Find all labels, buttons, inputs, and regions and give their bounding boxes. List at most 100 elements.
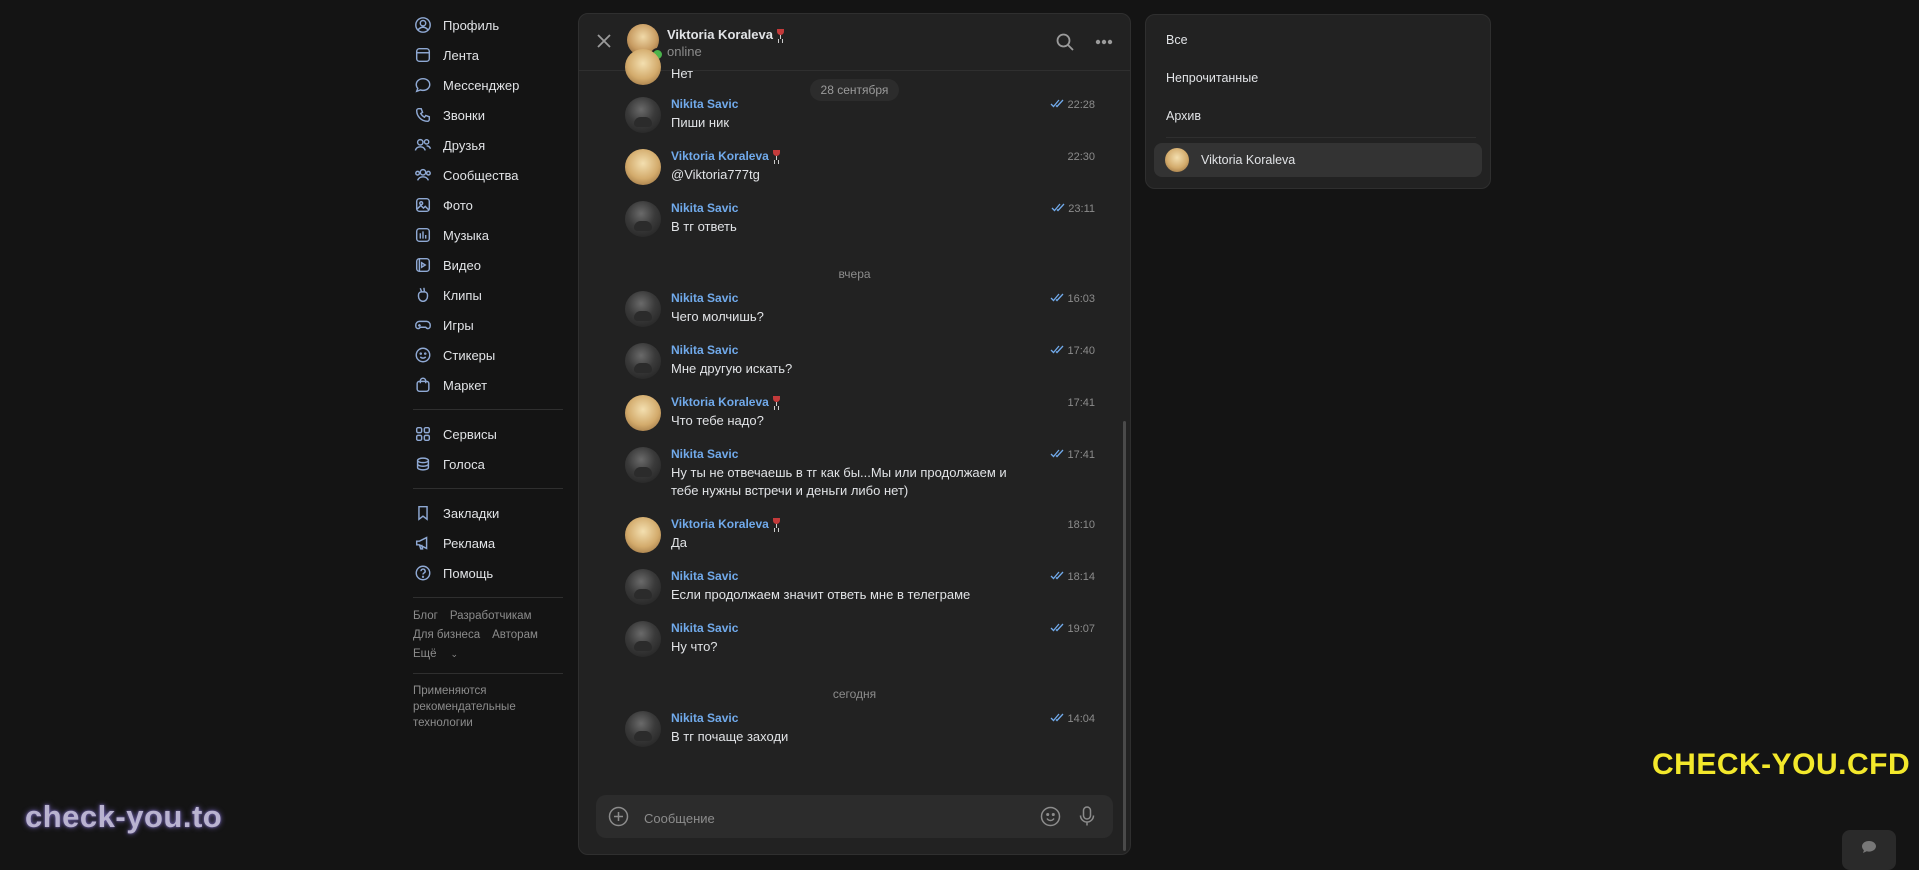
message-author[interactable]: Nikita Savic bbox=[671, 343, 738, 357]
message-author[interactable]: Nikita Savic bbox=[671, 291, 738, 305]
filters-divider bbox=[1166, 137, 1476, 138]
sidebar-item-label: Лента bbox=[443, 47, 479, 63]
wine-glass-icon bbox=[772, 518, 780, 529]
sidebar-item-ads[interactable]: Реклама bbox=[413, 528, 565, 558]
footer-link-developers[interactable]: Разработчикам bbox=[450, 610, 532, 622]
sidebar-item-bookmarks[interactable]: Закладки bbox=[413, 498, 565, 528]
avatar[interactable] bbox=[625, 291, 661, 327]
sidebar-item-label: Закладки bbox=[443, 505, 500, 521]
message-author[interactable]: Nikita Savic bbox=[671, 201, 738, 215]
message-author[interactable]: Viktoria Koraleva bbox=[671, 149, 780, 163]
message-time-label: 16:03 bbox=[1067, 293, 1095, 305]
sidebar-item-video[interactable]: Видео bbox=[413, 250, 565, 280]
sidebar-item-friends[interactable]: Друзья bbox=[413, 130, 565, 160]
filter-unread[interactable]: Непрочитанные bbox=[1166, 71, 1258, 85]
message-text: Пиши ник bbox=[671, 115, 730, 130]
message-author[interactable]: Nikita Savic bbox=[671, 711, 738, 725]
message-composer bbox=[596, 795, 1113, 838]
sidebar-item-help[interactable]: Помощь bbox=[413, 558, 565, 588]
more-actions-button[interactable] bbox=[1094, 32, 1114, 55]
footer-link-business[interactable]: Для бизнеса bbox=[413, 629, 480, 641]
message-time: 17:41 bbox=[1050, 449, 1095, 461]
date-label: сегодня bbox=[832, 687, 877, 701]
emoji-button[interactable] bbox=[1040, 806, 1061, 830]
sidebar-divider bbox=[413, 488, 563, 489]
left-sidebar: Профиль Лента Мессенджер Звонки Друзья С… bbox=[413, 10, 565, 731]
coins-icon bbox=[413, 454, 433, 474]
help-icon bbox=[413, 563, 433, 583]
corner-chat-button[interactable] bbox=[1842, 830, 1896, 870]
sidebar-footer-links: Блог Разработчикам Для бизнеса Авторам Ещё… bbox=[413, 607, 565, 664]
close-icon bbox=[597, 34, 611, 48]
sidebar-item-photo[interactable]: Фото bbox=[413, 190, 565, 220]
footer-link-blog[interactable]: Блог bbox=[413, 610, 438, 622]
sidebar-item-label: Голоса bbox=[443, 456, 485, 472]
sidebar-item-clips[interactable]: Клипы bbox=[413, 280, 565, 310]
double-check-icon bbox=[1050, 571, 1065, 580]
filter-archive[interactable]: Архив bbox=[1166, 109, 1201, 123]
more-horizontal-icon bbox=[1095, 39, 1113, 45]
wine-glass-icon bbox=[772, 396, 780, 407]
contact-name-container[interactable]: Viktoria Koraleva bbox=[667, 27, 784, 42]
search-in-chat-button[interactable] bbox=[1055, 32, 1075, 55]
sidebar-item-messenger[interactable]: Мессенджер bbox=[413, 70, 565, 100]
attach-button[interactable] bbox=[608, 806, 629, 830]
avatar[interactable] bbox=[625, 343, 661, 379]
chat-header: Viktoria Koraleva online bbox=[579, 14, 1130, 71]
avatar[interactable] bbox=[625, 447, 661, 483]
avatar[interactable] bbox=[625, 711, 661, 747]
avatar[interactable] bbox=[625, 97, 661, 133]
sidebar-item-label: Видео bbox=[443, 257, 481, 273]
message-time: 23:11 bbox=[1051, 203, 1095, 215]
voice-message-button[interactable] bbox=[1077, 805, 1097, 830]
sidebar-item-calls[interactable]: Звонки bbox=[413, 100, 565, 130]
contact-name: Viktoria Koraleva bbox=[667, 27, 773, 42]
feed-icon bbox=[413, 45, 433, 65]
message-text: В тг почаще заходи bbox=[671, 729, 789, 744]
footer-link-authors[interactable]: Авторам bbox=[492, 629, 538, 641]
message-author[interactable]: Nikita Savic bbox=[671, 569, 738, 583]
sidebar-item-profile[interactable]: Профиль bbox=[413, 10, 565, 40]
gamepad-icon bbox=[413, 315, 433, 335]
sidebar-item-stickers[interactable]: Стикеры bbox=[413, 340, 565, 370]
message-input[interactable] bbox=[642, 807, 1026, 829]
avatar[interactable] bbox=[625, 395, 661, 431]
sidebar-item-market[interactable]: Маркет bbox=[413, 370, 565, 400]
sidebar-item-games[interactable]: Игры bbox=[413, 310, 565, 340]
sidebar-item-services[interactable]: Сервисы bbox=[413, 419, 565, 449]
sidebar-item-label: Маркет bbox=[443, 377, 488, 393]
message-text: Ну что? bbox=[671, 639, 718, 654]
avatar[interactable] bbox=[625, 149, 661, 185]
message-list-scrollbar[interactable] bbox=[1123, 421, 1126, 851]
message-author[interactable]: Viktoria Koraleva bbox=[671, 395, 780, 409]
avatar[interactable] bbox=[625, 201, 661, 237]
sidebar-item-communities[interactable]: Сообщества bbox=[413, 160, 565, 190]
wine-glass-icon bbox=[772, 150, 780, 161]
message-author[interactable]: Nikita Savic bbox=[671, 447, 738, 461]
message-time: 18:14 bbox=[1050, 571, 1095, 583]
folder-chat-item[interactable]: Viktoria Koraleva bbox=[1154, 143, 1482, 177]
message-text: Да bbox=[671, 535, 688, 550]
message-author[interactable]: Nikita Savic bbox=[671, 621, 738, 635]
avatar[interactable] bbox=[625, 621, 661, 657]
sidebar-divider bbox=[413, 673, 563, 674]
close-chat-button[interactable] bbox=[593, 30, 615, 52]
avatar[interactable] bbox=[625, 517, 661, 553]
message-time: 16:03 bbox=[1050, 293, 1095, 305]
message-text: Если продолжаем значит ответь мне в теле… bbox=[671, 587, 971, 602]
message-time-label: 23:11 bbox=[1068, 203, 1095, 215]
bookmark-icon bbox=[413, 503, 433, 523]
date-label: вчера bbox=[838, 267, 871, 281]
filter-all[interactable]: Все bbox=[1166, 33, 1188, 47]
sidebar-item-votes[interactable]: Голоса bbox=[413, 449, 565, 479]
sidebar-item-music[interactable]: Музыка bbox=[413, 220, 565, 250]
message-time: 14:04 bbox=[1050, 713, 1095, 725]
sidebar-divider bbox=[413, 597, 563, 598]
avatar[interactable] bbox=[625, 569, 661, 605]
sidebar-item-feed[interactable]: Лента bbox=[413, 40, 565, 70]
message-author[interactable]: Nikita Savic bbox=[671, 97, 738, 111]
footer-more-button[interactable]: Ещё ⌄ bbox=[413, 648, 470, 660]
chat-panel: Viktoria Koraleva online Нет 28 сентября… bbox=[578, 13, 1131, 855]
message-author[interactable]: Viktoria Koraleva bbox=[671, 517, 780, 531]
recommendation-tech-note[interactable]: Применяются рекомендательные технологии bbox=[413, 683, 543, 731]
